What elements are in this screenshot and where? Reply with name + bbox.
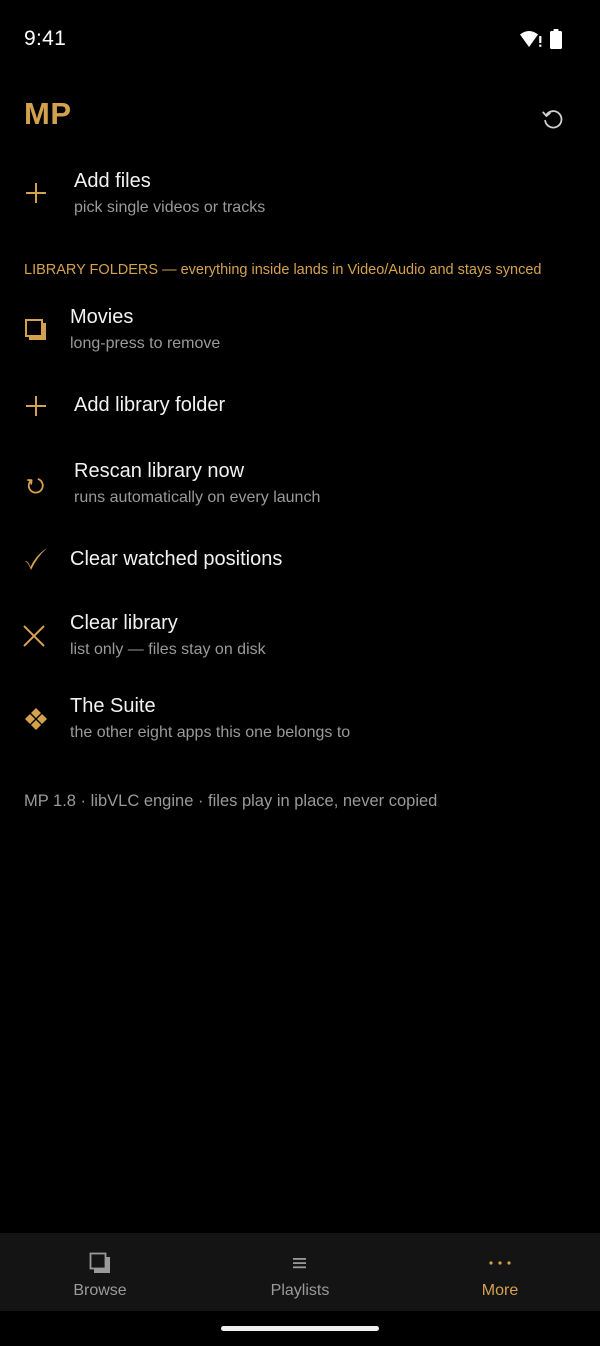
suite-title: The Suite	[70, 695, 156, 717]
suite-subtitle: the other eight apps this one belongs to	[70, 724, 351, 741]
rescan-library-row[interactable]: Rescan library now runs automatically on…	[0, 450, 600, 520]
nav-item-playlists[interactable]: Playlists	[200, 1233, 400, 1311]
nav-label-playlists: Playlists	[270, 1282, 330, 1299]
app-header: MP	[0, 90, 600, 146]
folder-icon	[22, 316, 50, 344]
diamond-cluster-icon	[22, 705, 50, 733]
folder-title: Movies	[70, 306, 134, 328]
clear-library-row[interactable]: Clear library list only — files stay on …	[0, 602, 600, 672]
rescan-subtitle: runs automatically on every launch	[74, 489, 321, 506]
wifi-alert-icon	[520, 30, 542, 53]
add-library-folder-row[interactable]: Add library folder	[0, 378, 600, 434]
plus-icon	[22, 392, 50, 420]
browse-icon	[88, 1251, 112, 1275]
app-title: MP	[24, 96, 72, 131]
version-note: MP 1.8 · libVLC engine · files play in p…	[24, 792, 438, 810]
add-files-subtitle: pick single videos or tracks	[74, 199, 266, 216]
status-icons	[520, 29, 562, 54]
clear-library-subtitle: list only — files stay on disk	[70, 641, 266, 658]
nav-label-browse: Browse	[73, 1282, 127, 1299]
library-folders-label: LIBRARY FOLDERS — everything inside land…	[24, 262, 542, 278]
nav-item-more[interactable]: More	[400, 1233, 600, 1311]
folder-item-movies[interactable]: Movies long-press to remove	[0, 296, 600, 366]
checkmark-icon	[22, 545, 50, 573]
home-indicator[interactable]	[221, 1326, 379, 1331]
add-library-folder-title: Add library folder	[74, 394, 226, 416]
refresh-icon	[542, 110, 563, 129]
plus-icon	[22, 179, 50, 207]
status-time: 9:41	[24, 27, 67, 50]
add-files-title: Add files	[74, 170, 151, 192]
clear-watched-row[interactable]: Clear watched positions	[0, 532, 600, 588]
list-icon	[288, 1251, 312, 1275]
folder-subtitle: long-press to remove	[70, 335, 221, 352]
clear-library-title: Clear library	[70, 612, 178, 634]
clear-watched-title: Clear watched positions	[70, 548, 283, 570]
close-icon	[20, 622, 48, 650]
rescan-icon	[22, 472, 50, 500]
status-bar: 9:41	[0, 0, 600, 78]
nav-label-more: More	[481, 1282, 519, 1299]
nav-item-browse[interactable]: Browse	[0, 1233, 200, 1311]
rescan-title: Rescan library now	[74, 460, 245, 482]
more-icon	[488, 1251, 512, 1275]
bottom-nav: Browse Playlists More	[0, 1233, 600, 1311]
refresh-button[interactable]	[540, 106, 566, 132]
add-files-row[interactable]: Add files pick single videos or tracks	[0, 160, 600, 230]
suite-row[interactable]: The Suite the other eight apps this one …	[0, 685, 600, 755]
battery-icon	[550, 29, 562, 54]
